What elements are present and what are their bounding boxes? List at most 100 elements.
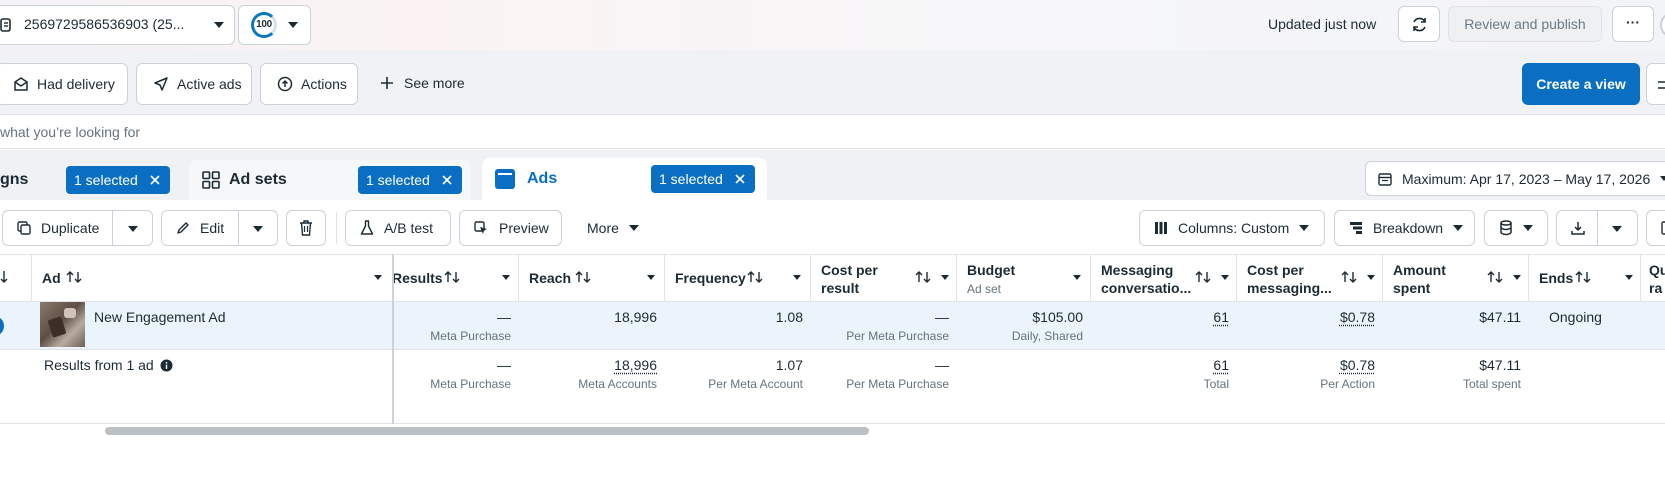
columns-button[interactable]: Columns: Custom bbox=[1139, 210, 1325, 246]
chevron-down-icon[interactable] bbox=[1513, 275, 1521, 280]
chevron-down-icon[interactable] bbox=[647, 275, 655, 280]
sort-icon[interactable] bbox=[1487, 270, 1503, 284]
sort-icon[interactable] bbox=[1341, 270, 1357, 284]
close-icon[interactable] bbox=[150, 175, 160, 185]
delete-button[interactable] bbox=[286, 210, 326, 246]
sort-icon[interactable] bbox=[444, 270, 460, 284]
chevron-down-icon bbox=[288, 22, 298, 28]
divider bbox=[112, 210, 113, 246]
sort-icon[interactable] bbox=[1575, 270, 1591, 284]
active-ads-chip[interactable]: Active ads bbox=[136, 63, 252, 105]
column-header-ends[interactable]: Ends bbox=[1529, 254, 1641, 302]
chevron-down-icon[interactable] bbox=[502, 275, 510, 280]
reports-button[interactable] bbox=[1484, 210, 1548, 246]
column-header-ad[interactable]: Ad bbox=[32, 254, 392, 302]
had-delivery-chip[interactable]: Had delivery bbox=[0, 63, 128, 105]
ad-name[interactable]: New Engagement Ad bbox=[94, 309, 226, 325]
breakdown-button[interactable]: Breakdown bbox=[1334, 210, 1475, 246]
more-actions-label: More bbox=[587, 220, 619, 236]
column-ad-label: Ad bbox=[42, 270, 61, 286]
duplicate-icon bbox=[17, 221, 31, 235]
sort-icon[interactable] bbox=[915, 270, 931, 284]
more-options-button[interactable]: ··· bbox=[1612, 6, 1654, 42]
messaging-link[interactable]: 61 bbox=[1213, 309, 1229, 325]
chevron-down-icon[interactable] bbox=[128, 226, 138, 232]
totals-cost-per-result-subtitle: Per Meta Purchase bbox=[846, 377, 949, 391]
review-and-publish-button[interactable]: Review and publish bbox=[1448, 6, 1602, 42]
chevron-down-icon[interactable] bbox=[1221, 275, 1229, 280]
chevron-down-icon[interactable] bbox=[1073, 275, 1081, 280]
column-header-budget[interactable]: Budget Ad set bbox=[957, 254, 1091, 302]
column-header-quality-ranking[interactable]: Qu ra bbox=[1641, 254, 1665, 302]
tab-campaigns[interactable]: gns 1 selected bbox=[0, 160, 180, 200]
column-header-cost-per-result[interactable]: Cost per result bbox=[811, 254, 957, 302]
send-icon bbox=[153, 76, 169, 92]
chevron-down-icon[interactable] bbox=[793, 275, 801, 280]
info-icon[interactable] bbox=[160, 359, 173, 372]
totals-label: Results from 1 ad bbox=[44, 357, 173, 373]
sort-icon[interactable] bbox=[747, 270, 763, 284]
close-icon[interactable] bbox=[735, 174, 745, 184]
totals-frequency-subtitle: Per Meta Account bbox=[708, 377, 803, 391]
preview-button[interactable]: Preview bbox=[459, 210, 562, 246]
column-header-frequency[interactable]: Frequency bbox=[665, 254, 811, 302]
quality-line1: Qu bbox=[1649, 262, 1665, 278]
column-header-amount-spent[interactable]: Amount spent bbox=[1383, 254, 1529, 302]
see-more-button[interactable]: See more bbox=[380, 75, 465, 91]
sort-icon[interactable] bbox=[66, 270, 82, 284]
tab-ads[interactable]: Ads 1 selected bbox=[482, 158, 767, 200]
totals-cost-messaging-link[interactable]: $0.78 bbox=[1340, 357, 1375, 373]
date-range-picker[interactable]: Maximum: Apr 17, 2023 – May 17, 2026 bbox=[1365, 161, 1665, 196]
column-header-messaging-conversations[interactable]: Messaging conversatio... bbox=[1091, 254, 1237, 302]
sort-icon bbox=[0, 270, 8, 284]
account-icon bbox=[0, 18, 12, 32]
cost-messaging-link[interactable]: $0.78 bbox=[1340, 309, 1375, 325]
totals-reach-subtitle: Meta Accounts bbox=[578, 377, 657, 391]
chevron-down-icon[interactable] bbox=[941, 275, 949, 280]
totals-messaging-link[interactable]: 61 bbox=[1213, 357, 1229, 373]
chevron-down-icon[interactable] bbox=[253, 226, 263, 232]
column-header-reach[interactable]: Reach bbox=[519, 254, 665, 302]
tab-ad-sets[interactable]: Ad sets 1 selected bbox=[189, 160, 471, 200]
see-more-label: See more bbox=[404, 75, 465, 91]
column-quality-label: Qu ra bbox=[1649, 261, 1665, 297]
chevron-down-icon[interactable] bbox=[1612, 226, 1622, 232]
chevron-down-icon[interactable] bbox=[1367, 275, 1375, 280]
search-input[interactable]: what you’re looking for bbox=[0, 124, 140, 140]
refresh-button[interactable] bbox=[1398, 6, 1440, 42]
view-settings-button[interactable] bbox=[1646, 63, 1665, 105]
sort-icon[interactable] bbox=[575, 270, 591, 284]
messaging-line2: conversatio... bbox=[1101, 280, 1192, 296]
tab-campaigns-label: gns bbox=[0, 171, 29, 188]
search-bar[interactable] bbox=[0, 114, 1665, 149]
totals-reach-link[interactable]: 18,996 bbox=[614, 357, 657, 373]
column-messaging-label: Messaging conversatio... bbox=[1101, 261, 1191, 297]
create-view-button[interactable]: Create a view bbox=[1522, 63, 1640, 105]
chevron-down-icon[interactable] bbox=[1625, 275, 1633, 280]
column-header-results[interactable]: Results bbox=[392, 254, 519, 302]
budget-value: $105.00 bbox=[1032, 309, 1083, 325]
chevron-down-icon[interactable] bbox=[374, 275, 382, 280]
horizontal-scrollbar[interactable] bbox=[105, 427, 869, 435]
had-delivery-label: Had delivery bbox=[37, 76, 115, 92]
ab-test-button[interactable]: A/B test bbox=[345, 210, 451, 246]
download-icon bbox=[1571, 221, 1585, 235]
more-actions-button[interactable]: More bbox=[587, 220, 639, 236]
upload-circle-icon bbox=[277, 76, 293, 92]
duplicate-label: Duplicate bbox=[41, 220, 100, 236]
ad-sets-selection-chip[interactable]: 1 selected bbox=[358, 166, 462, 194]
actions-chip[interactable]: Actions bbox=[260, 63, 358, 105]
charts-button[interactable] bbox=[1646, 210, 1665, 246]
amount-spent-value: $47.11 bbox=[1479, 309, 1521, 325]
column-ends-label: Ends bbox=[1539, 270, 1574, 286]
column-header-cost-per-messaging[interactable]: Cost per messaging... bbox=[1237, 254, 1383, 302]
chevron-down-icon bbox=[628, 225, 639, 231]
chevron-down-icon bbox=[1453, 225, 1464, 231]
campaigns-selection-chip[interactable]: 1 selected bbox=[66, 166, 170, 194]
ads-selection-chip[interactable]: 1 selected bbox=[651, 165, 755, 193]
flask-icon bbox=[360, 220, 374, 236]
totals-results-subtitle: Meta Purchase bbox=[430, 377, 511, 391]
trash-icon bbox=[299, 220, 313, 236]
close-icon[interactable] bbox=[442, 175, 452, 185]
sort-icon[interactable] bbox=[1195, 270, 1211, 284]
